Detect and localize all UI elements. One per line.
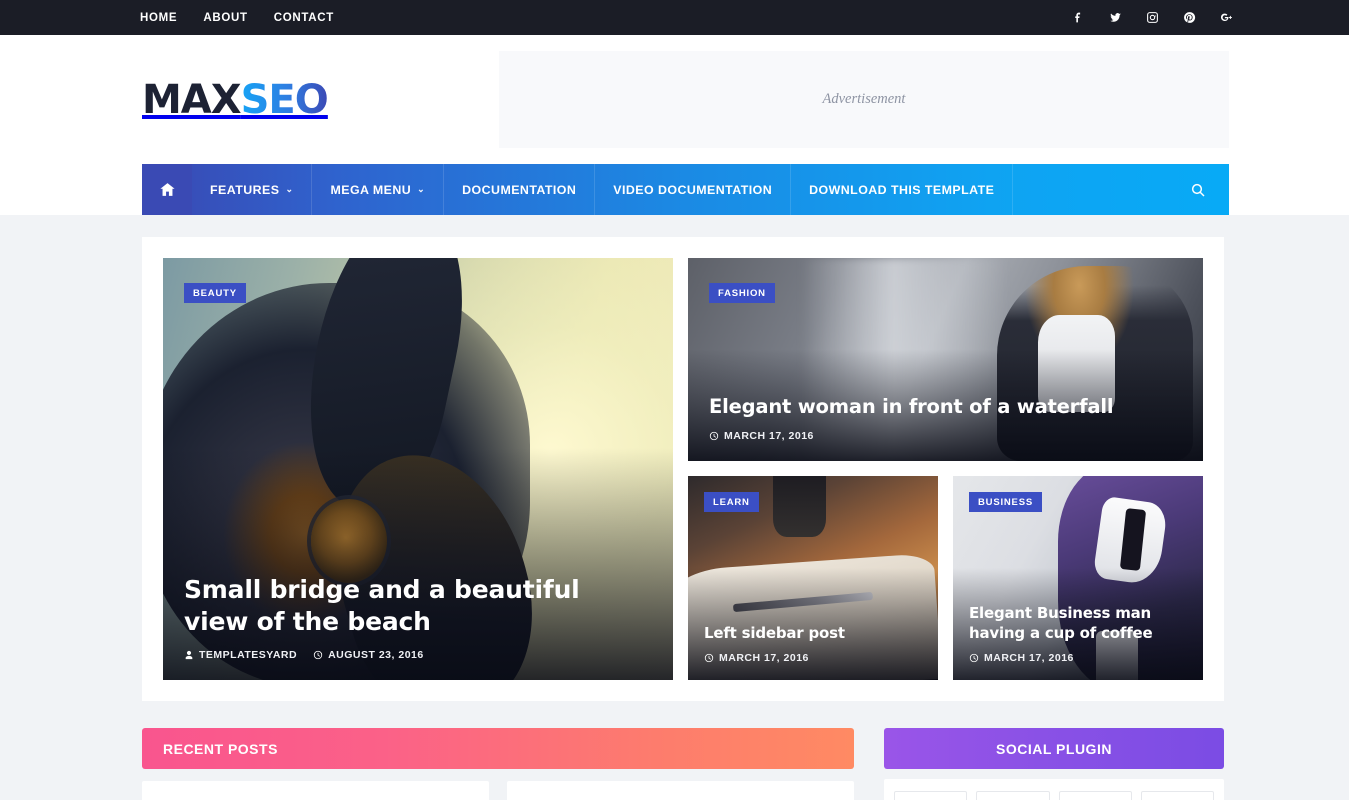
recent-post-card[interactable] bbox=[142, 781, 489, 800]
featured-main-meta: TEMPLATESYARD AUGUST 23, 2016 bbox=[184, 649, 652, 661]
main-nav-wrapper: FEATURES ⌄ MEGA MENU ⌄ DOCUMENTATION VID… bbox=[0, 164, 1349, 215]
top-nav: HOME ABOUT CONTACT bbox=[140, 12, 334, 24]
logo-text-seo: SEO bbox=[240, 76, 329, 123]
clock-icon bbox=[313, 650, 323, 660]
search-icon[interactable] bbox=[1167, 164, 1229, 215]
date-text: MARCH 17, 2016 bbox=[724, 430, 814, 442]
featured-learn-meta: MARCH 17, 2016 bbox=[704, 652, 922, 664]
date-meta: AUGUST 23, 2016 bbox=[313, 649, 424, 661]
chevron-down-icon: ⌄ bbox=[285, 184, 294, 194]
featured-business-title: Elegant Business man having a cup of cof… bbox=[969, 604, 1153, 643]
social-plugin-item[interactable] bbox=[894, 791, 968, 800]
social-plugin-body bbox=[884, 779, 1224, 800]
chevron-down-icon: ⌄ bbox=[417, 184, 426, 194]
twitter-icon[interactable] bbox=[1108, 10, 1123, 25]
site-header: MAXSEO Advertisement bbox=[0, 35, 1349, 164]
date-text: MARCH 17, 2016 bbox=[719, 652, 809, 664]
featured-fashion-body: Elegant woman in front of a waterfall MA… bbox=[709, 394, 1182, 442]
social-plugin-header: SOCIAL PLUGIN bbox=[884, 728, 1224, 769]
clock-icon bbox=[704, 653, 714, 663]
featured-main-body: Small bridge and a beautiful view of the… bbox=[184, 574, 652, 662]
author-name: TEMPLATESYARD bbox=[199, 649, 298, 661]
author-meta: TEMPLATESYARD bbox=[184, 649, 297, 661]
nav-item-mega-menu[interactable]: MEGA MENU ⌄ bbox=[312, 164, 445, 215]
nav-item-documentation[interactable]: DOCUMENTATION bbox=[444, 164, 596, 215]
instagram-icon[interactable] bbox=[1145, 10, 1160, 25]
category-tag-beauty[interactable]: BEAUTY bbox=[184, 283, 246, 303]
featured-grid: BEAUTY Small bridge and a beautiful view… bbox=[163, 258, 1203, 680]
featured-posts-panel: BEAUTY Small bridge and a beautiful view… bbox=[142, 237, 1224, 701]
recent-posts-body bbox=[142, 781, 854, 800]
nav-item-video-documentation[interactable]: VIDEO DOCUMENTATION bbox=[595, 164, 792, 215]
featured-fashion-title: Elegant woman in front of a waterfall bbox=[709, 394, 1114, 418]
clock-icon bbox=[969, 653, 979, 663]
featured-side-column: FASHION Elegant woman in front of a wate… bbox=[688, 258, 1203, 680]
top-nav-item-home[interactable]: HOME bbox=[140, 12, 177, 24]
recent-post-card[interactable] bbox=[507, 781, 854, 800]
social-plugin-title: SOCIAL PLUGIN bbox=[996, 740, 1112, 757]
top-utility-bar: HOME ABOUT CONTACT bbox=[0, 0, 1349, 35]
featured-post-business[interactable]: BUSINESS Elegant Business man having a c… bbox=[953, 476, 1203, 680]
featured-learn-title: Left sidebar post bbox=[704, 624, 845, 643]
category-tag-learn[interactable]: LEARN bbox=[704, 492, 759, 512]
home-icon[interactable] bbox=[142, 164, 192, 215]
featured-post-learn[interactable]: LEARN Left sidebar post MARCH 17, 2016 bbox=[688, 476, 938, 680]
nav-item-features[interactable]: FEATURES ⌄ bbox=[192, 164, 313, 215]
date-text: MARCH 17, 2016 bbox=[984, 652, 1074, 664]
top-nav-item-about[interactable]: ABOUT bbox=[203, 12, 247, 24]
widgets-row: RECENT POSTS SOCIAL PLUGIN bbox=[0, 701, 1349, 800]
googleplus-icon[interactable] bbox=[1219, 10, 1234, 25]
featured-post-main[interactable]: BEAUTY Small bridge and a beautiful view… bbox=[163, 258, 673, 680]
nav-item-features-label: FEATURES bbox=[210, 182, 280, 197]
featured-learn-body: Left sidebar post MARCH 17, 2016 bbox=[704, 624, 922, 664]
nav-item-video-documentation-label: VIDEO DOCUMENTATION bbox=[613, 182, 773, 197]
featured-fashion-meta: MARCH 17, 2016 bbox=[709, 430, 1182, 442]
featured-post-fashion[interactable]: FASHION Elegant woman in front of a wate… bbox=[688, 258, 1203, 461]
site-logo[interactable]: MAXSEO bbox=[142, 76, 329, 123]
featured-bottom-row: LEARN Left sidebar post MARCH 17, 2016 B… bbox=[688, 476, 1203, 680]
social-plugin-widget: SOCIAL PLUGIN bbox=[884, 728, 1224, 800]
clock-icon bbox=[709, 431, 719, 441]
user-icon bbox=[185, 650, 193, 660]
featured-stage: BEAUTY Small bridge and a beautiful view… bbox=[0, 215, 1349, 701]
advertisement-label: Advertisement bbox=[822, 91, 906, 107]
nav-item-documentation-label: DOCUMENTATION bbox=[462, 182, 577, 197]
date-meta: MARCH 17, 2016 bbox=[704, 652, 809, 664]
featured-business-body: Elegant Business man having a cup of cof… bbox=[969, 604, 1187, 664]
date-meta: MARCH 17, 2016 bbox=[709, 430, 814, 442]
social-plugin-item[interactable] bbox=[1140, 791, 1214, 800]
featured-business-meta: MARCH 17, 2016 bbox=[969, 652, 1187, 664]
social-plugin-item[interactable] bbox=[1058, 791, 1132, 800]
category-tag-business[interactable]: BUSINESS bbox=[969, 492, 1042, 512]
advertisement-banner: Advertisement bbox=[499, 51, 1229, 148]
nav-item-download-template[interactable]: DOWNLOAD THIS TEMPLATE bbox=[791, 164, 1014, 215]
date-text: AUGUST 23, 2016 bbox=[328, 649, 424, 661]
social-plugin-item[interactable] bbox=[976, 791, 1050, 800]
pinterest-icon[interactable] bbox=[1182, 10, 1197, 25]
logo-text-max: MAX bbox=[142, 76, 242, 123]
nav-item-download-template-label: DOWNLOAD THIS TEMPLATE bbox=[809, 182, 995, 197]
recent-posts-widget: RECENT POSTS bbox=[142, 728, 854, 800]
top-social-links bbox=[1071, 10, 1234, 25]
nav-item-mega-menu-label: MEGA MENU bbox=[330, 182, 412, 197]
date-meta: MARCH 17, 2016 bbox=[969, 652, 1074, 664]
recent-posts-title: RECENT POSTS bbox=[163, 740, 278, 757]
recent-posts-header: RECENT POSTS bbox=[142, 728, 854, 769]
facebook-icon[interactable] bbox=[1071, 10, 1086, 25]
featured-main-column: BEAUTY Small bridge and a beautiful view… bbox=[163, 258, 673, 680]
featured-main-title: Small bridge and a beautiful view of the… bbox=[184, 574, 580, 636]
top-nav-item-contact[interactable]: CONTACT bbox=[274, 12, 334, 24]
main-nav: FEATURES ⌄ MEGA MENU ⌄ DOCUMENTATION VID… bbox=[142, 164, 1229, 215]
category-tag-fashion[interactable]: FASHION bbox=[709, 283, 775, 303]
